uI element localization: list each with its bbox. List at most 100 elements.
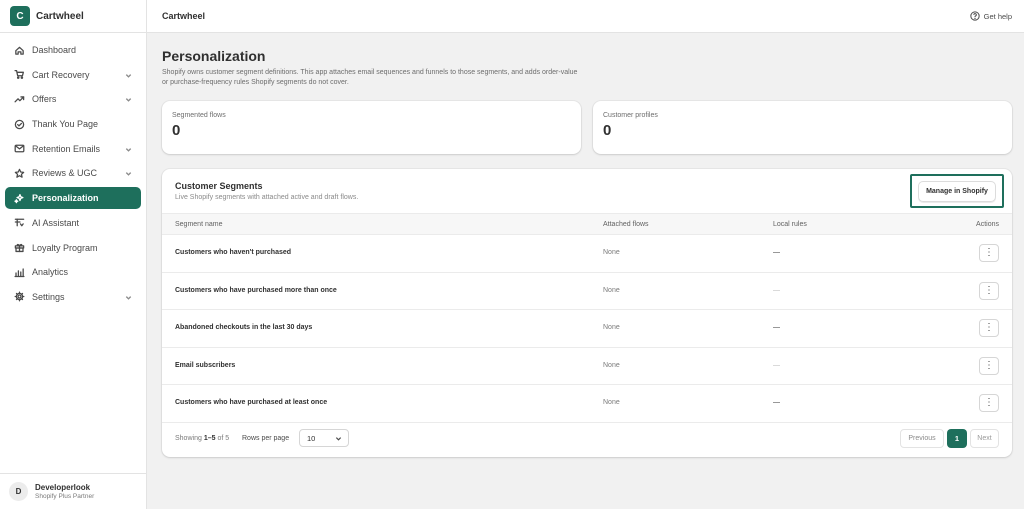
rows-per-page-label: Rows per page — [242, 435, 290, 442]
local-rules: — — [773, 286, 780, 294]
sidebar-item-label: Loyalty Program — [32, 242, 98, 253]
topbar-title: Cartwheel — [162, 11, 206, 21]
sidebar-item-label: Thank You Page — [32, 119, 99, 130]
sidebar-item-analytics[interactable]: Analytics — [5, 261, 141, 283]
manage-in-shopify-label: Manage in Shopify — [918, 180, 996, 202]
stat-value: 0 — [603, 122, 612, 139]
showing-range: 1–5 — [203, 435, 216, 442]
column-header-attached-flows: Attached flows — [603, 221, 649, 228]
mail-icon — [13, 143, 25, 155]
attached-flows: None — [603, 249, 620, 256]
attached-flows: None — [603, 361, 620, 369]
local-rules: — — [773, 249, 780, 256]
user-role: Shopify Plus Partner — [35, 493, 95, 500]
topbar: Cartwheel Get help — [147, 0, 1024, 33]
showing-count: Showing 1–5 of 5 — [175, 435, 229, 442]
gift-icon — [13, 242, 25, 254]
sidebar-item-dashboard[interactable]: Dashboard — [5, 39, 141, 61]
more-vertical-icon: ⋮ — [984, 247, 994, 258]
table-row: Customers who haven't purchased None — ⋮ — [162, 235, 1012, 273]
table-row: Abandoned checkouts in the last 30 days N… — [162, 310, 1012, 348]
ai-icon — [13, 217, 25, 229]
app-name: Cartwheel — [36, 10, 84, 22]
sidebar-item-ai-assistant[interactable]: AI Assistant — [5, 212, 141, 234]
local-rules: — — [773, 399, 780, 406]
next-page-button[interactable]: Next — [970, 429, 999, 448]
bar-chart-icon — [13, 266, 25, 278]
sidebar-item-label: Cart Recovery — [32, 69, 90, 80]
segment-name: Customers who have purchased more than o… — [175, 286, 337, 294]
card-title: Customer Segments — [175, 181, 263, 191]
sidebar-item-settings[interactable]: Settings — [5, 286, 141, 308]
gear-icon — [13, 291, 25, 303]
stat-card-segmented-flows: Segmented flows 0 — [162, 101, 581, 154]
get-help-link[interactable]: Get help — [969, 11, 1012, 21]
sidebar-item-offers[interactable]: Offers — [5, 88, 141, 110]
sidebar-item-loyalty-program[interactable]: Loyalty Program — [5, 237, 141, 259]
sidebar-item-retention-emails[interactable]: Retention Emails — [5, 138, 141, 160]
sidebar-item-label: Settings — [32, 291, 65, 302]
row-actions-button[interactable]: ⋮ — [979, 394, 999, 412]
get-help-label: Get help — [983, 11, 1012, 21]
user-name: Developerlook — [35, 483, 91, 492]
row-actions-button[interactable]: ⋮ — [979, 281, 999, 300]
customer-segments-card: Customer Segments Live Shopify segments … — [162, 169, 1012, 457]
stat-card-customer-profiles: Customer profiles 0 — [593, 101, 1012, 154]
sidebar-item-label: Retention Emails — [32, 143, 101, 154]
sidebar-item-label: Personalization — [32, 193, 99, 204]
attached-flows: None — [603, 399, 620, 406]
column-header-local-rules: Local rules — [773, 221, 807, 228]
sidebar-item-thank-you-page[interactable]: Thank You Page — [5, 113, 141, 135]
sidebar-item-cart-recovery[interactable]: Cart Recovery — [5, 64, 141, 86]
cart-icon — [13, 69, 25, 81]
page-1-button[interactable]: 1 — [947, 429, 967, 448]
avatar: D — [9, 482, 28, 501]
sidebar-item-label: Offers — [32, 94, 57, 105]
star-icon — [13, 167, 25, 179]
local-rules: — — [773, 324, 780, 331]
chevron-down-icon[interactable] — [125, 169, 132, 177]
segment-name: Customers who have purchased at least on… — [175, 399, 328, 406]
page-title: Personalization — [162, 48, 266, 64]
chevron-down-icon[interactable] — [125, 95, 132, 103]
brand[interactable]: C Cartwheel — [0, 0, 146, 33]
row-actions-button[interactable]: ⋮ — [979, 244, 999, 262]
stat-value: 0 — [172, 122, 181, 139]
rows-per-page-value: 10 — [307, 433, 316, 443]
more-vertical-icon: ⋮ — [984, 322, 994, 333]
stat-label: Segmented flows — [172, 112, 226, 119]
sidebar-nav: Dashboard Cart Recovery Offers Thank You Pa… — [0, 33, 146, 308]
chevron-down-icon[interactable] — [125, 71, 132, 78]
attached-flows: None — [603, 286, 620, 294]
chevron-down-icon[interactable] — [125, 293, 132, 300]
home-icon — [13, 44, 25, 56]
segment-name: Abandoned checkouts in the last 30 days — [175, 324, 313, 331]
row-actions-button[interactable]: ⋮ — [979, 319, 999, 337]
table-row: Email subscribers None — ⋮ — [162, 348, 1012, 385]
card-subtitle: Live Shopify segments with attached acti… — [175, 194, 359, 201]
user-profile[interactable]: D Developerlook Shopify Plus Partner — [0, 473, 146, 509]
sidebar: C Cartwheel Dashboard Cart Recovery Offers… — [0, 0, 147, 509]
table-row: Customers who have purchased more than o… — [162, 273, 1012, 310]
trending-up-icon — [13, 93, 25, 105]
previous-page-button[interactable]: Previous — [900, 429, 944, 448]
sidebar-item-label: Analytics — [32, 267, 69, 278]
sidebar-item-personalization[interactable]: Personalization — [5, 187, 141, 210]
help-icon — [969, 11, 980, 21]
row-actions-button[interactable]: ⋮ — [979, 356, 999, 375]
sidebar-item-label: Reviews & UGC — [32, 168, 98, 179]
sidebar-item-label: Dashboard — [32, 45, 77, 55]
showing-suffix: of 5 — [217, 435, 230, 442]
app-logo: C — [10, 6, 30, 26]
sparkles-icon — [13, 192, 25, 204]
segment-name: Customers who haven't purchased — [175, 249, 292, 256]
stat-label: Customer profiles — [603, 112, 658, 119]
table-header: Segment name Attached flows Local rules … — [162, 213, 1012, 235]
chevron-down-icon[interactable] — [125, 145, 132, 152]
manage-in-shopify-button[interactable]: Manage in Shopify — [910, 174, 1004, 208]
rows-per-page-select[interactable]: 10 — [299, 429, 349, 447]
more-vertical-icon: ⋮ — [984, 284, 994, 296]
segment-name: Email subscribers — [175, 361, 236, 369]
sidebar-item-reviews-ugc[interactable]: Reviews & UGC — [5, 162, 141, 184]
more-vertical-icon: ⋮ — [984, 397, 994, 408]
